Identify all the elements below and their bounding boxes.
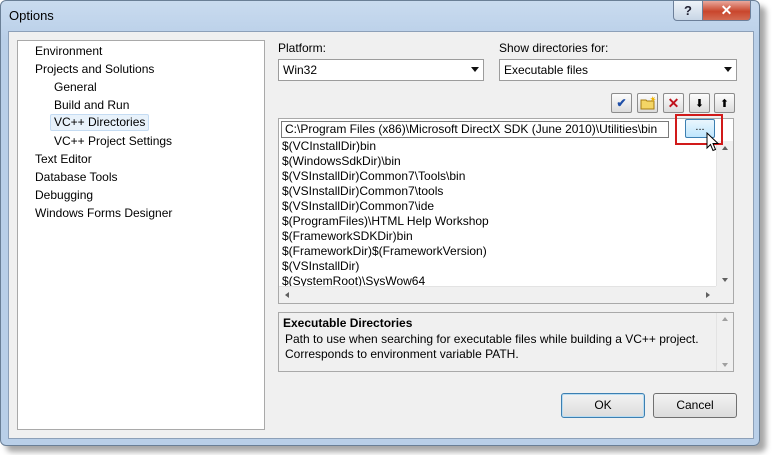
ok-button[interactable]: OK — [561, 393, 645, 418]
show-directories-combo[interactable]: Executable files — [499, 59, 737, 81]
chevron-down-icon — [471, 67, 479, 72]
list-item[interactable]: $(ProgramFiles)\HTML Help Workshop — [282, 214, 489, 229]
directory-edit-field[interactable]: C:\Program Files (x86)\Microsoft DirectX… — [281, 121, 669, 138]
vertical-scrollbar[interactable] — [716, 141, 733, 287]
platform-label: Platform: — [278, 41, 327, 55]
scroll-left-icon[interactable] — [285, 292, 289, 298]
list-item[interactable]: $(VCInstallDir)bin — [282, 139, 376, 154]
check-path-button[interactable]: ✔ — [611, 93, 632, 113]
dialog-client-area: Environment Projects and Solutions Gener… — [8, 31, 754, 439]
show-directories-label: Show directories for: — [499, 41, 609, 55]
new-line-button[interactable] — [637, 93, 658, 113]
arrow-up-icon: ⬆ — [719, 97, 730, 110]
window-title: Options — [9, 8, 54, 23]
chevron-down-icon — [724, 67, 732, 72]
checkmark-icon: ✔ — [616, 96, 627, 110]
delete-button[interactable]: ✕ — [663, 93, 684, 113]
new-folder-icon — [640, 96, 656, 110]
tree-item-projects-and-solutions[interactable]: Projects and Solutions — [32, 61, 157, 78]
tree-item-windows-forms-designer[interactable]: Windows Forms Designer — [32, 205, 175, 222]
options-dialog: Options ? ✕ Environment Projects and Sol… — [0, 0, 760, 446]
platform-value: Win32 — [283, 63, 318, 77]
platform-combo[interactable]: Win32 — [278, 59, 484, 81]
list-item[interactable]: $(VSInstallDir)Common7\tools — [282, 184, 443, 199]
list-item[interactable]: $(WindowsSdkDir)\bin — [282, 154, 401, 169]
description-text: Path to use when searching for executabl… — [285, 332, 699, 361]
tree-item-environment[interactable]: Environment — [32, 43, 105, 60]
arrow-down-icon: ⬇ — [694, 97, 705, 110]
description-panel: Executable Directories Path to use when … — [278, 312, 734, 372]
scroll-down-icon[interactable] — [722, 278, 728, 282]
scroll-corner — [716, 286, 733, 303]
tree-item-text-editor[interactable]: Text Editor — [32, 151, 95, 168]
scroll-up-icon[interactable] — [722, 317, 728, 321]
cancel-button[interactable]: Cancel — [653, 393, 737, 418]
list-item[interactable]: $(VSInstallDir)Common7\ide — [282, 199, 434, 214]
description-scrollbar[interactable] — [716, 313, 733, 371]
scroll-down-icon[interactable] — [722, 363, 728, 367]
tree-item-debugging[interactable]: Debugging — [32, 187, 96, 204]
tree-item-database-tools[interactable]: Database Tools — [32, 169, 121, 186]
show-directories-value: Executable files — [504, 63, 589, 77]
close-button[interactable]: ✕ — [702, 1, 751, 21]
directory-list[interactable]: C:\Program Files (x86)\Microsoft DirectX… — [278, 118, 734, 304]
tree-item-general[interactable]: General — [51, 79, 100, 96]
help-button[interactable]: ? — [673, 1, 703, 21]
mouse-cursor-icon — [706, 132, 720, 152]
move-down-button[interactable]: ⬇ — [689, 93, 710, 113]
tree-item-vc-project-settings[interactable]: VC++ Project Settings — [51, 133, 175, 150]
scroll-right-icon[interactable] — [706, 292, 710, 298]
list-item[interactable]: $(FrameworkSDKDir)bin — [282, 229, 413, 244]
list-item[interactable]: $(VSInstallDir)Common7\Tools\bin — [282, 169, 465, 184]
horizontal-scrollbar[interactable] — [279, 286, 716, 303]
description-title: Executable Directories — [283, 316, 413, 330]
tree-item-vc-directories[interactable]: VC++ Directories — [50, 114, 150, 131]
delete-icon: ✕ — [667, 94, 680, 111]
scroll-up-icon[interactable] — [722, 146, 728, 150]
list-item[interactable]: $(VSInstallDir) — [282, 259, 359, 274]
list-item[interactable]: $(FrameworkDir)$(FrameworkVersion) — [282, 244, 487, 259]
tree-item-build-and-run[interactable]: Build and Run — [51, 97, 132, 114]
options-category-tree[interactable]: Environment Projects and Solutions Gener… — [17, 40, 265, 430]
move-up-button[interactable]: ⬆ — [714, 93, 735, 113]
